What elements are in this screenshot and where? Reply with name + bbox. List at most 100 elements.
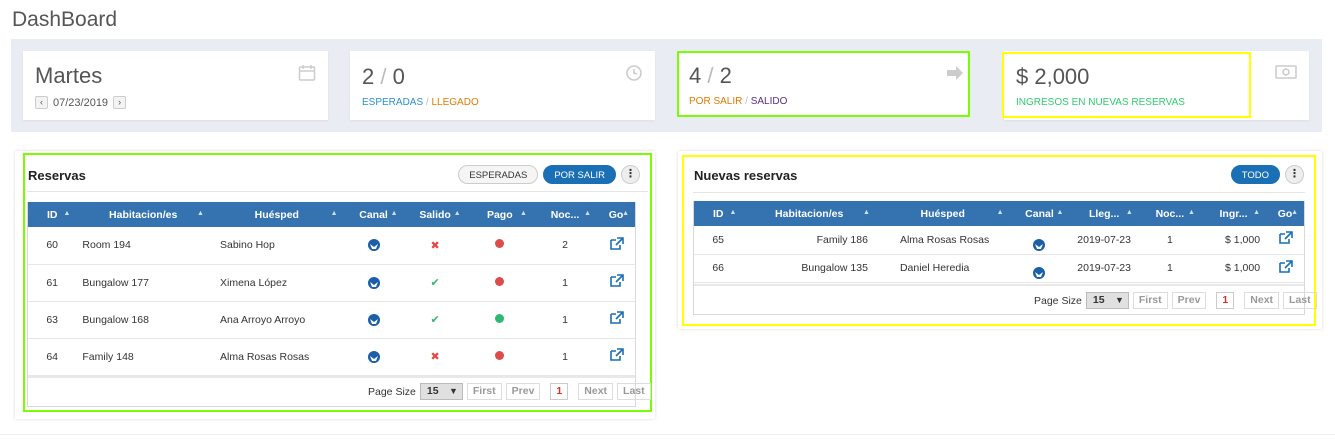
prev-date-button[interactable]: ‹: [35, 96, 48, 109]
llegado-label: LLEGADO: [431, 97, 479, 108]
table-header-row: ID ▲ Habitacion/es ▲ Huésped ▲ Canal ▲ Salid…: [28, 202, 635, 227]
table-row[interactable]: 61 Bungalow 177 Ximena López ✔ 1: [28, 264, 635, 302]
column-header-canal[interactable]: Canal ▲: [1009, 201, 1070, 226]
column-header-id[interactable]: ID ▲: [694, 201, 743, 226]
chevron-down-icon: ▼: [1114, 295, 1124, 305]
table-row[interactable]: 66 Bungalow 135 Daniel Heredia 2019-07-2…: [694, 254, 1304, 283]
cell-pago: [466, 338, 533, 376]
column-header-pago[interactable]: Pago ▲: [466, 202, 533, 227]
column-header-salido[interactable]: Salido ▲: [403, 202, 467, 227]
channel-logo-icon: [367, 238, 381, 252]
column-header-go[interactable]: Go ▲: [597, 202, 635, 227]
last-page-button[interactable]: Last: [1283, 292, 1317, 309]
first-page-button[interactable]: First: [1132, 292, 1168, 309]
day-name: Martes: [35, 63, 103, 88]
cell-pago: [466, 227, 533, 265]
reservas-menu-button[interactable]: ⋮: [621, 165, 640, 184]
cell-id: 65: [694, 226, 743, 255]
departures-label: POR SALIR / SALIDO: [689, 96, 787, 107]
table-row[interactable]: 64 Family 148 Alma Rosas Rosas ✖ 1: [28, 338, 635, 376]
departures-done-count: 2: [719, 63, 732, 88]
page-size-select[interactable]: 15 ▼: [419, 383, 463, 400]
first-page-button[interactable]: First: [466, 383, 502, 400]
cell-canal: [343, 264, 404, 302]
next-page-button[interactable]: Next: [578, 383, 614, 400]
external-link-icon[interactable]: [1278, 231, 1293, 248]
filter-esperadas-button[interactable]: ESPERADAS: [458, 165, 539, 184]
cell-id: 64: [28, 338, 77, 376]
cell-id: 61: [28, 264, 77, 302]
cell-ingreso: $ 1,000: [1200, 226, 1267, 255]
column-header-id[interactable]: ID ▲: [28, 202, 77, 227]
column-header-habitacion[interactable]: Habitacion/es ▲: [742, 201, 876, 226]
table-row[interactable]: 65 Family 186 Alma Rosas Rosas 2019-07-2…: [694, 226, 1304, 255]
separator: /: [380, 64, 387, 89]
cell-room: Family 148: [76, 338, 210, 376]
next-page-button[interactable]: Next: [1244, 292, 1280, 309]
cell-canal: [343, 338, 404, 376]
prev-page-button[interactable]: Prev: [505, 383, 541, 400]
table-row[interactable]: 63 Bungalow 168 Ana Arroyo Arroyo ✔ 1: [28, 301, 635, 339]
current-page[interactable]: 1: [550, 383, 569, 400]
cell-id: 66: [694, 254, 743, 283]
calendar-icon: [298, 64, 316, 87]
cell-guest: Alma Rosas Rosas: [875, 226, 1010, 255]
reservas-table: ID ▲ Habitacion/es ▲ Huésped ▲ Canal ▲ Salid…: [28, 202, 635, 376]
external-link-icon[interactable]: [609, 311, 624, 328]
nuevas-filter-buttons: TODO ⋮: [1230, 165, 1304, 184]
table-header-row: ID ▲ Habitacion/es ▲ Huésped ▲ Canal ▲ Lleg.…: [694, 201, 1304, 226]
column-header-ingreso[interactable]: Ingr... ▲: [1200, 201, 1267, 226]
nuevas-table: ID ▲ Habitacion/es ▲ Huésped ▲ Canal ▲ Lleg.…: [694, 201, 1304, 283]
column-header-huesped[interactable]: Huésped ▲: [209, 202, 344, 227]
cell-canal: [1009, 254, 1070, 283]
cell-ingreso: $ 1,000: [1200, 254, 1267, 283]
column-header-noches[interactable]: Noc... ▲: [532, 202, 598, 227]
cell-llegada: 2019-07-23: [1069, 254, 1139, 283]
money-icon: [1275, 64, 1297, 85]
column-header-go[interactable]: Go ▲: [1266, 201, 1304, 226]
page-size-select[interactable]: 15 ▼: [1085, 292, 1129, 309]
esperadas-label: ESPERADAS: [362, 97, 424, 108]
cell-pago: [466, 301, 533, 339]
payment-status-dot: [495, 239, 505, 249]
cell-go: [597, 227, 635, 265]
prev-page-button[interactable]: Prev: [1171, 292, 1207, 309]
filter-por-salir-button[interactable]: POR SALIR: [543, 165, 616, 184]
current-page[interactable]: 1: [1216, 292, 1235, 309]
column-header-noches[interactable]: Noc... ▲: [1138, 201, 1201, 226]
filter-todo-button[interactable]: TODO: [1230, 165, 1280, 184]
external-link-icon[interactable]: [1278, 259, 1293, 277]
external-link-icon[interactable]: [609, 274, 624, 291]
cross-icon: ✖: [430, 351, 440, 363]
cell-canal: [343, 227, 404, 265]
departures-value: 4 / 2: [689, 63, 732, 89]
revenue-highlight: [1002, 52, 1251, 118]
nuevas-menu-button[interactable]: ⋮: [1285, 165, 1304, 184]
channel-logo-icon: [367, 350, 381, 364]
cell-id: 60: [28, 227, 77, 265]
cell-noches: 1: [532, 338, 598, 376]
por-salir-label: POR SALIR: [689, 96, 743, 107]
payment-status-dot: [495, 276, 505, 286]
cell-guest: Alma Rosas Rosas: [209, 338, 344, 376]
payment-status-dot: [495, 313, 505, 323]
arrivals-card: 2 / 0 ESPERADAS / LLEGADO: [350, 51, 655, 120]
bottom-divider: [0, 434, 1335, 435]
reservas-title: Reservas: [28, 168, 86, 183]
external-link-icon[interactable]: [609, 236, 624, 254]
column-header-huesped[interactable]: Huésped ▲: [875, 201, 1010, 226]
external-link-icon[interactable]: [609, 348, 624, 365]
column-header-llegada[interactable]: Lleg... ▲: [1069, 201, 1139, 226]
arrivals-expected-count: 2: [362, 64, 375, 89]
cell-room: Bungalow 168: [76, 301, 210, 339]
next-date-button[interactable]: ›: [113, 96, 127, 109]
channel-logo-icon: [367, 313, 381, 327]
last-page-button[interactable]: Last: [617, 383, 651, 400]
arrivals-value: 2 / 0: [362, 64, 405, 90]
cell-llegada: 2019-07-23: [1069, 226, 1139, 255]
column-header-habitacion[interactable]: Habitacion/es ▲: [76, 202, 210, 227]
divider: [27, 191, 648, 192]
cell-canal: [343, 301, 404, 339]
column-header-canal[interactable]: Canal ▲: [343, 202, 404, 227]
table-row[interactable]: 60 Room 194 Sabino Hop ✖ 2: [28, 227, 635, 265]
